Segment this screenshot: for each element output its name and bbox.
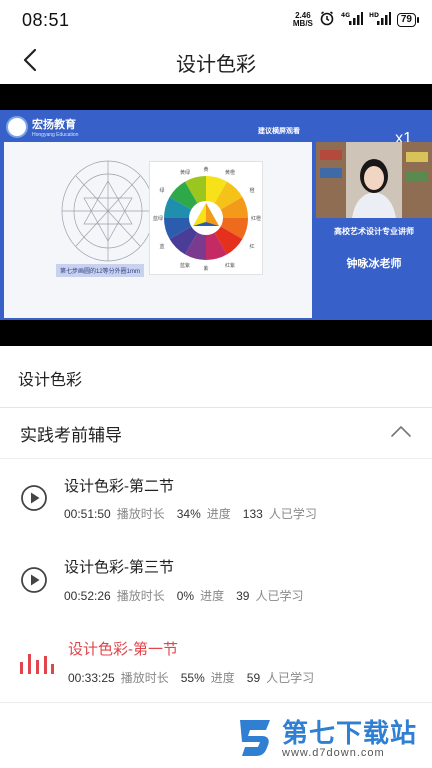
alarm-icon — [319, 10, 335, 31]
nav-bar: 设计色彩 — [0, 40, 432, 84]
lesson-item[interactable]: 设计色彩-第三节 00:52:26 播放时长 0% 进度 39 人已学习 — [0, 540, 432, 620]
lesson-learners: 59 — [246, 671, 261, 685]
wheel-label: 蓝 — [159, 243, 164, 250]
video-player[interactable]: 宏扬教育 Hongyang Education 建议横屏观看 x1 第七步画圆的 — [0, 84, 432, 346]
lesson-progress: 34% — [176, 507, 201, 521]
lesson-learners-label: 人已学习 — [268, 507, 317, 521]
lesson-progress-label: 进度 — [206, 507, 231, 521]
lesson-learners: 133 — [242, 507, 263, 521]
lesson-learners-label: 人已学习 — [255, 589, 304, 603]
play-circle-icon[interactable] — [20, 566, 48, 594]
brand-subtitle: Hongyang Education — [32, 132, 79, 138]
chapter-header[interactable]: 实践考前辅导 — [0, 408, 432, 458]
chevron-up-icon[interactable] — [390, 424, 412, 443]
color-wheel: 黄 黄绿 绿 蓝绿 蓝 蓝紫 紫 红紫 红 红橙 橙 黄橙 — [153, 166, 261, 272]
wheel-label: 红紫 — [225, 262, 235, 269]
svg-text:4G: 4G — [341, 12, 350, 19]
net-speed: 2.46 MB/S — [293, 12, 313, 28]
signal-icon: 4G — [341, 11, 363, 30]
lesson-title: 设计色彩-第二节 — [64, 478, 174, 495]
status-icons: 2.46 MB/S 4G HD 79 — [293, 10, 420, 31]
lesson-progress-label: 进度 — [200, 589, 225, 603]
net-speed-unit: MB/S — [292, 19, 313, 28]
play-circle-icon[interactable] — [20, 484, 48, 512]
wheel-label: 红橙 — [251, 215, 261, 222]
lesson-meta: 00:51:50 播放时长 34% 进度 133 人已学习 — [64, 505, 323, 522]
teacher-info: 高校艺术设计专业讲师 钟咏冰老师 — [316, 224, 432, 271]
lesson-item[interactable]: 设计色彩-第二节 00:51:50 播放时长 34% 进度 133 人已学习 — [0, 459, 432, 539]
lesson-progress-label: 进度 — [210, 671, 235, 685]
teacher-name: 钟咏冰老师 — [346, 258, 402, 270]
status-bar: 08:51 2.46 MB/S 4G HD 79 — [0, 0, 432, 40]
status-time: 08:51 — [22, 9, 70, 30]
video-frame[interactable]: 宏扬教育 Hongyang Education 建议横屏观看 x1 第七步画圆的 — [0, 110, 432, 320]
lesson-progress: 55% — [180, 671, 205, 685]
battery-indicator: 79 — [396, 13, 420, 27]
page-title: 设计色彩 — [176, 53, 256, 76]
audio-wave-icon — [20, 650, 54, 678]
brand-logo: 宏扬教育 Hongyang Education — [6, 116, 78, 138]
svg-text:HD: HD — [369, 12, 379, 19]
watermark-url: www.d7down.com — [282, 746, 385, 759]
wheel-label: 黄 — [203, 166, 208, 173]
lesson-duration-label: 播放时长 — [116, 507, 165, 521]
wheel-label: 橙 — [249, 187, 254, 194]
watermark: 第七下载站 www.d7down.com — [236, 716, 417, 761]
lesson-progress: 0% — [176, 589, 195, 603]
wheel-label: 绿 — [159, 187, 164, 194]
teacher-camera — [316, 142, 432, 218]
teacher-portrait — [316, 142, 432, 218]
brand-emblem-icon — [6, 116, 28, 138]
lesson-duration: 00:51:50 — [64, 507, 111, 521]
teacher-title: 高校艺术设计专业讲师 — [334, 227, 414, 236]
lesson-meta: 00:52:26 播放时长 0% 进度 39 人已学习 — [64, 587, 309, 604]
watermark-title: 第七下载站 — [282, 717, 418, 748]
lesson-learners: 39 — [236, 589, 250, 603]
landscape-hint: 建议横屏观看 — [258, 128, 300, 135]
wheel-label: 紫 — [203, 266, 208, 272]
color-wheel-card: 黄 黄绿 绿 蓝绿 蓝 蓝紫 紫 红紫 红 红橙 橙 黄橙 — [150, 162, 262, 274]
wheel-label: 红 — [249, 243, 254, 250]
brand-name: 宏扬教育 — [32, 119, 76, 131]
lesson-learners-label: 人已学习 — [266, 671, 315, 685]
lesson-duration-label: 播放时长 — [120, 671, 169, 685]
lesson-item-playing[interactable]: 设计色彩-第一节 00:33:25 播放时长 55% 进度 59 人已学习 — [0, 622, 432, 702]
watermark-logo-icon — [236, 716, 276, 761]
lesson-meta: 00:33:25 播放时长 55% 进度 59 人已学习 — [68, 669, 320, 686]
wheel-label: 蓝绿 — [153, 215, 163, 222]
wheel-label: 黄绿 — [180, 169, 190, 176]
slide-board: 第七步画圆的12等分外圈1mm 黄 黄绿 绿 蓝绿 蓝 蓝紫 紫 红紫 红 红橙… — [4, 142, 312, 318]
signal-icon: HD — [369, 11, 391, 30]
slide-caption: 第七步画圆的12等分外圈1mm — [56, 264, 145, 277]
lesson-duration-label: 播放时长 — [116, 589, 165, 603]
lesson-title: 设计色彩-第三节 — [64, 559, 174, 576]
lesson-duration: 00:33:25 — [68, 671, 115, 685]
course-title: 设计色彩 — [18, 372, 83, 389]
divider — [0, 702, 432, 703]
wheel-label: 蓝紫 — [180, 262, 190, 269]
lesson-title: 设计色彩-第一节 — [68, 641, 178, 658]
wheel-label: 黄橙 — [225, 169, 235, 176]
lesson-duration: 00:52:26 — [64, 589, 111, 603]
chapter-title: 实践考前辅导 — [20, 425, 122, 445]
chevron-left-icon — [22, 48, 38, 77]
back-button[interactable] — [14, 46, 46, 78]
